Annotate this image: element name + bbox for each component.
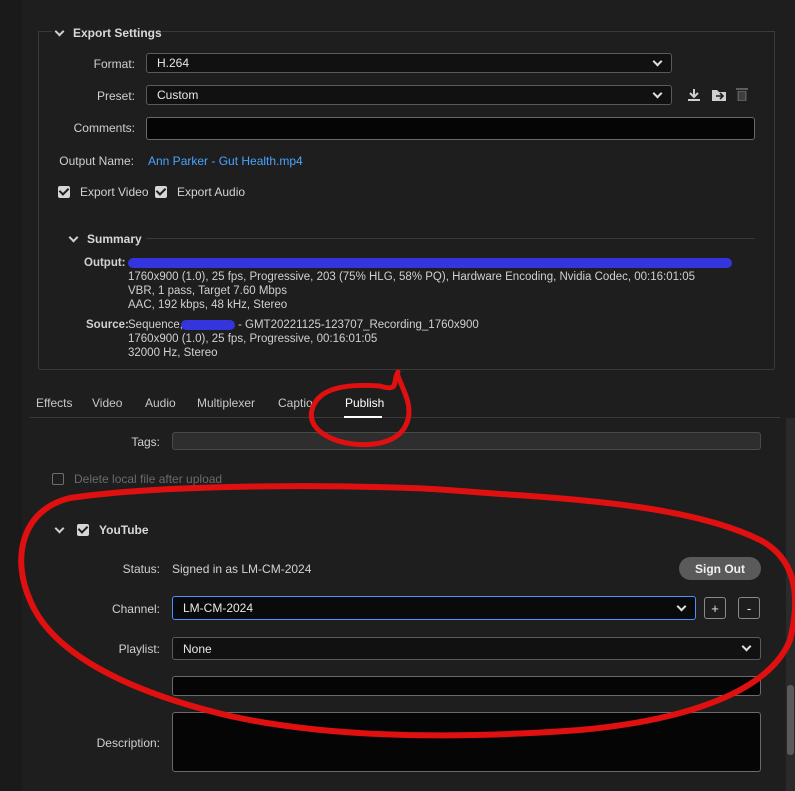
publish-circle-annotation	[308, 369, 412, 448]
red-annotation-overlay	[18, 369, 795, 739]
youtube-circle-annotation	[18, 483, 795, 739]
